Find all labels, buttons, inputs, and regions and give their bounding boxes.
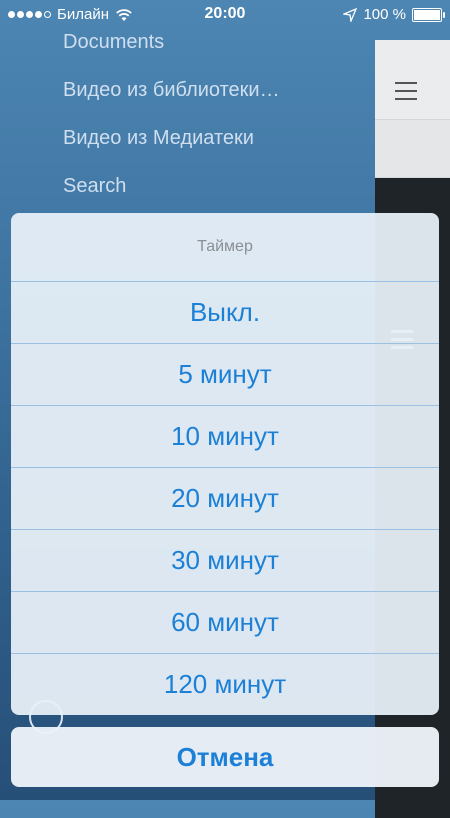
panel-toolbar [375,40,450,119]
menu-item-documents[interactable]: Documents [0,30,375,54]
timer-option-off[interactable]: Выкл. [11,282,439,344]
menu-item-library-video[interactable]: Видео из библиотеки… [0,78,375,126]
timer-option-120[interactable]: 120 минут [11,654,439,715]
timer-option-20[interactable]: 20 минут [11,468,439,530]
battery-percent: 100 % [363,6,406,23]
battery-icon [412,7,445,22]
panel-nav-bar [375,120,450,240]
timer-option-5[interactable]: 5 минут [11,344,439,406]
cancel-button[interactable]: Отмена [11,727,439,787]
timer-option-30[interactable]: 30 минут [11,530,439,592]
status-right: 100 % [343,6,445,23]
timer-option-10[interactable]: 10 минут [11,406,439,468]
location-arrow-icon [343,7,358,22]
menu-hamburger-icon[interactable] [395,82,417,106]
menu-item-media-video[interactable]: Видео из Медиатеки [0,126,375,174]
status-bar: Билайн 20:00 100 % [0,0,450,30]
timer-action-sheet: Таймер Выкл. 5 минут 10 минут 20 минут 3… [11,213,439,715]
timer-option-60[interactable]: 60 минут [11,592,439,654]
side-menu: Documents Видео из библиотеки… Видео из … [0,30,375,222]
sheet-title: Таймер [11,213,439,282]
